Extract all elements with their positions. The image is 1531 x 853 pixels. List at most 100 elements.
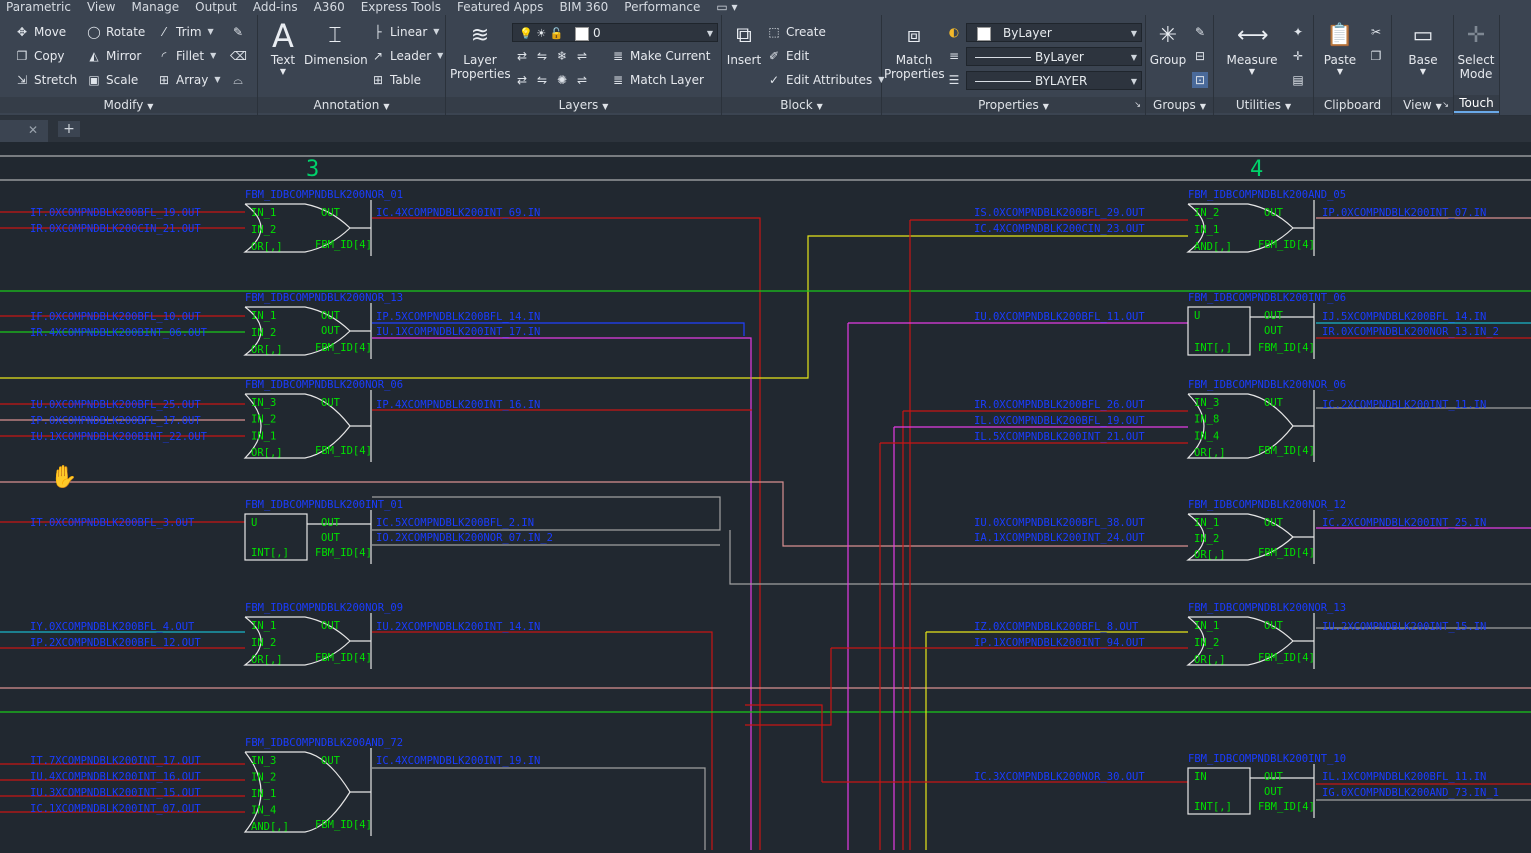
ribbon-display-toggle-icon[interactable]: ▭ ▾ (708, 0, 745, 15)
array-button[interactable]: ⊞ Array ▼ (156, 70, 221, 90)
rotate-button[interactable]: ◯ Rotate (86, 22, 145, 42)
color-combo[interactable]: ByLayer ▼ (966, 23, 1142, 42)
view-panel-title[interactable]: View ▼ ↘ (1392, 97, 1453, 113)
layer-lock-icon[interactable]: ⇌ (574, 48, 590, 64)
tab-performance[interactable]: Performance (616, 0, 708, 15)
measure-button[interactable]: ⟷ Measure ▼ (1222, 21, 1282, 77)
drawing-file-tab[interactable]: ✕ (0, 120, 48, 142)
trim-button[interactable]: ⁄ Trim ▼ (156, 22, 214, 42)
properties-panel-title[interactable]: Properties ▼ ↘ (882, 97, 1145, 113)
logic-block-0[interactable]: FBM_IDBCOMPNDBLK200NOR_01 IN_1 IN_2 OR[,] OU… (243, 189, 403, 256)
copy-clip-icon[interactable]: ❐ (1368, 46, 1388, 66)
layer-freeze-icon[interactable]: ❄ (554, 48, 570, 64)
tab-output[interactable]: Output (187, 0, 245, 15)
stretch-button[interactable]: ⇲ Stretch (14, 70, 77, 90)
modify-panel-title[interactable]: Modify ▼ (0, 97, 257, 113)
select-mode-button[interactable]: ✛ Select Mode (1454, 21, 1498, 81)
tab-parametric[interactable]: Parametric (0, 0, 79, 15)
copy-button[interactable]: ❐ Copy (14, 46, 65, 66)
layers-panel-title[interactable]: Layers ▼ (446, 97, 721, 113)
group-selection-icon[interactable]: ⊡ (1192, 70, 1212, 90)
dimension-button[interactable]: ⌶ Dimension (304, 21, 368, 67)
column-label-3: 3 (306, 157, 319, 182)
leader-button[interactable]: ↗ Leader ▼ (370, 46, 443, 66)
new-drawing-tab-button[interactable]: + (58, 121, 80, 137)
touch-panel-title[interactable]: Touch (1454, 95, 1499, 113)
layer-unisolate-icon[interactable]: ⇋ (534, 72, 550, 88)
logic-block-4[interactable]: FBM_IDBCOMPNDBLK200NOR_09 IN_1 IN_2 OR[,] OU… (243, 602, 403, 669)
table-button[interactable]: ⊞ Table (370, 70, 421, 90)
match-properties-button[interactable]: ⧈ Match Properties (884, 21, 945, 81)
fillet-dropdown-icon[interactable]: ▼ (210, 46, 216, 66)
net-label-left_in-5: IP.0XCOMPNDBLK200BFL_17.OUT (30, 415, 201, 427)
calculator-icon[interactable]: ▤ (1290, 70, 1310, 90)
quick-select-icon[interactable]: ✦ (1290, 22, 1310, 42)
offset-icon-button[interactable]: ⌓ (230, 70, 250, 90)
logic-block-11[interactable]: FBM_IDBCOMPNDBLK200INT_10 IN INT[,] OUT OUT F… (1187, 753, 1346, 818)
tab-a360[interactable]: A360 (306, 0, 353, 15)
match-layer-button[interactable]: ≣ Match Layer (610, 70, 704, 90)
layer-combo[interactable]: 💡 ☀ 🔓 0 ▼ (512, 23, 718, 42)
layer-thaw-icon[interactable]: ✺ (554, 72, 570, 88)
group-edit-icon[interactable]: ⊟ (1192, 46, 1212, 66)
mirror-button[interactable]: ◭ Mirror (86, 46, 141, 66)
id-point-icon[interactable]: ✛ (1290, 46, 1310, 66)
drawing-canvas[interactable]: 3 4 FBM_IDBCOMPNDBLK200NOR_01 IN_1 IN_2 OR[… (0, 142, 1531, 850)
logic-block-10[interactable]: FBM_IDBCOMPNDBLK200NOR_13 IN_1 IN_2 OR[,] OU… (1186, 602, 1346, 669)
block-panel-title[interactable]: Block ▼ (722, 97, 881, 113)
draw-icon-button[interactable]: ✎ (230, 22, 250, 42)
logic-block-6[interactable]: FBM_IDBCOMPNDBLK200AND_05 IN_2 IN_1 AND[,] O… (1186, 189, 1346, 256)
array-dropdown-icon[interactable]: ▼ (214, 70, 220, 90)
linetype-combo[interactable]: ByLayer ▼ (966, 47, 1142, 66)
group-button[interactable]: ✳ Group (1148, 21, 1188, 67)
ungroup-icon[interactable]: ✎ (1192, 22, 1212, 42)
create-block-button[interactable]: ⬚ Create (766, 22, 826, 42)
move-button[interactable]: ✥ Move (14, 22, 66, 42)
leader-dropdown-icon[interactable]: ▼ (437, 46, 443, 66)
linear-button[interactable]: ├ Linear ▼ (370, 22, 439, 42)
logic-block-2[interactable]: FBM_IDBCOMPNDBLK200NOR_06 IN_3 IN_2 IN_1 OR[… (243, 379, 403, 462)
lineweight-combo[interactable]: BYLAYER ▼ (966, 71, 1142, 90)
edit-attributes-label: Edit Attributes (786, 73, 873, 87)
tab-view[interactable]: View (79, 0, 123, 15)
linear-dropdown-icon[interactable]: ▼ (433, 22, 439, 42)
pan-hand-cursor-icon: ✋ (50, 464, 77, 490)
cut-icon[interactable]: ✂ (1368, 22, 1388, 42)
layer-off-icon[interactable]: ⇄ (514, 48, 530, 64)
net-label-right_in-3: IR.0XCOMPNDBLK200BFL_26.OUT (974, 399, 1145, 411)
text-button[interactable]: A Text ▼ (264, 20, 302, 77)
trim-dropdown-icon[interactable]: ▼ (208, 22, 214, 42)
paste-button[interactable]: 📋 Paste ▼ (1318, 21, 1362, 77)
tab-featured-apps[interactable]: Featured Apps (449, 0, 551, 15)
tab-bim-360[interactable]: BIM 360 (551, 0, 616, 15)
logic-block-9[interactable]: FBM_IDBCOMPNDBLK200NOR_12 IN_1 IN_2 OR[,] OU… (1186, 499, 1346, 564)
logic-block-5[interactable]: FBM_IDBCOMPNDBLK200AND_72 IN_3 IN_2 IN_1 IN_… (243, 737, 403, 836)
fillet-button[interactable]: ◜ Fillet ▼ (156, 46, 217, 66)
layer-properties-button[interactable]: ≋ Layer Properties (450, 21, 511, 81)
block-out-label-8-0: OUT (1264, 397, 1284, 409)
erase-icon-button[interactable]: ⌫ (230, 46, 250, 66)
tab-manage[interactable]: Manage (123, 0, 187, 15)
tab-express-tools[interactable]: Express Tools (353, 0, 449, 15)
schematic-drawing[interactable]: 3 4 FBM_IDBCOMPNDBLK200NOR_01 IN_1 IN_2 OR[… (0, 142, 1531, 850)
edit-block-button[interactable]: ✐ Edit (766, 46, 809, 66)
layer-on-icon[interactable]: ⇄ (514, 72, 530, 88)
utilities-panel-title[interactable]: Utilities ▼ (1214, 97, 1313, 113)
dialog-launcher-icon[interactable]: ↘ (1134, 97, 1141, 113)
net-label-right_out-5: IU.2XCOMPNDBLK200INT_15.IN (1322, 621, 1486, 633)
logic-block-8[interactable]: FBM_IDBCOMPNDBLK200NOR_06 IN_3 IN_8 IN_4 OR[… (1186, 379, 1346, 462)
layer-unlock-icon[interactable]: ⇌ (574, 72, 590, 88)
tab-add-ins[interactable]: Add-ins (245, 0, 306, 15)
annotation-panel-title[interactable]: Annotation ▼ (258, 97, 445, 113)
insert-button[interactable]: ⧉ Insert (724, 21, 764, 67)
close-icon[interactable]: ✕ (28, 123, 38, 137)
groups-panel-title[interactable]: Groups ▼ (1146, 97, 1213, 113)
scale-button[interactable]: ▣ Scale (86, 70, 138, 90)
layer-isolate-icon[interactable]: ⇋ (534, 48, 550, 64)
make-current-button[interactable]: ≣ Make Current (610, 46, 711, 66)
clipboard-panel-title[interactable]: Clipboard (1314, 97, 1391, 113)
edit-attributes-button[interactable]: ✓ Edit Attributes ▼ (766, 70, 884, 90)
base-button[interactable]: ▭ Base ▼ (1400, 21, 1446, 77)
block-pin-label-10-1: IN_2 (1194, 637, 1219, 649)
dialog-launcher-icon[interactable]: ↘ (1442, 97, 1449, 113)
